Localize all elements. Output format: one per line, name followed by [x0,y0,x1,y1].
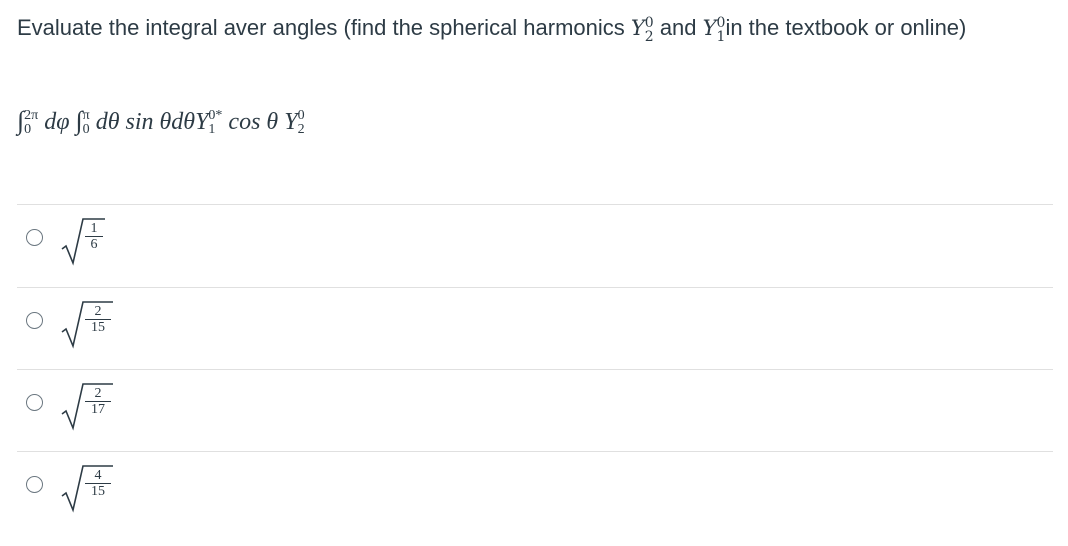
numerator: 2 [85,386,111,402]
question-text: Evaluate the integral aver angles (find … [17,14,967,45]
numerator: 1 [85,221,103,237]
denominator: 17 [91,402,105,417]
denominator: 6 [90,237,98,252]
numerator: 2 [85,304,111,320]
integral-formula: ∫2π 0 dφ ∫π 0 dθ sin θdθY0* 1 cos θ Y0 2 [17,106,305,138]
numerator: 4 [85,468,111,484]
radio-button[interactable] [26,394,43,411]
radio-button[interactable] [26,312,43,329]
radio-button[interactable] [26,476,43,493]
radio-button[interactable] [26,229,43,246]
answer-option[interactable]: 2 15 [17,287,1053,370]
answer-option[interactable]: 2 17 [17,369,1053,452]
denominator: 15 [91,484,105,499]
answer-option[interactable]: 16 [17,204,1053,287]
denominator: 15 [91,320,105,335]
answer-option[interactable]: 4 15 [17,451,1053,534]
